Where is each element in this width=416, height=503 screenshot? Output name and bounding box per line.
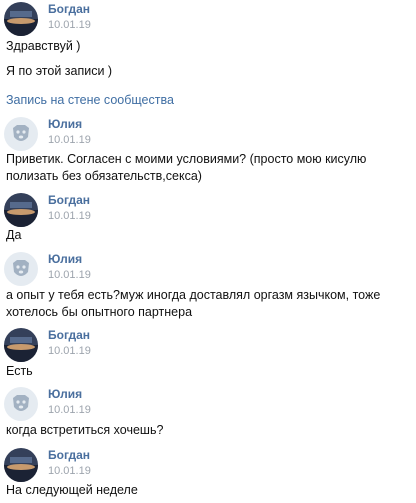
avatar[interactable] — [4, 117, 38, 151]
wall-post-link[interactable]: Запись на стене сообщества — [6, 93, 174, 107]
message-header: Богдан 10.01.19 — [4, 193, 304, 227]
message-text: Приветик. Согласен с моими условиями? (п… — [6, 152, 367, 166]
message-text: Я по этой записи ) — [6, 64, 113, 78]
author-name[interactable]: Богдан — [48, 328, 90, 342]
dog-icon — [4, 387, 38, 421]
message-header: Юлия 10.01.19 — [4, 252, 304, 286]
message-header: Богдан 10.01.19 — [4, 2, 304, 36]
dog-icon — [4, 117, 38, 151]
message-header: Богдан 10.01.19 — [4, 448, 304, 482]
message-text: Да — [6, 228, 22, 242]
avatar[interactable] — [4, 387, 38, 421]
message-date: 10.01.19 — [48, 345, 91, 357]
author-name[interactable]: Богдан — [48, 2, 90, 16]
author-name[interactable]: Юлия — [48, 387, 82, 401]
message-date: 10.01.19 — [48, 269, 91, 281]
avatar[interactable] — [4, 328, 38, 362]
message-text: Здравствуй ) — [6, 39, 81, 53]
author-name[interactable]: Богдан — [48, 193, 90, 207]
avatar[interactable] — [4, 193, 38, 227]
message-text: полизать без обязательств,секса) — [6, 169, 202, 183]
message-header: Юлия 10.01.19 — [4, 387, 304, 421]
message-header: Богдан 10.01.19 — [4, 328, 304, 362]
message-date: 10.01.19 — [48, 404, 91, 416]
message-text: когда встретиться хочешь? — [6, 423, 164, 437]
message-text: На следующей неделе — [6, 483, 138, 497]
message-date: 10.01.19 — [48, 465, 91, 477]
message-date: 10.01.19 — [48, 134, 91, 146]
message-date: 10.01.19 — [48, 210, 91, 222]
author-name[interactable]: Богдан — [48, 448, 90, 462]
author-name[interactable]: Юлия — [48, 117, 82, 131]
message-text: Есть — [6, 364, 33, 378]
avatar[interactable] — [4, 252, 38, 286]
author-name[interactable]: Юлия — [48, 252, 82, 266]
message-text: хотелось бы опытного партнера — [6, 305, 193, 319]
message-text: а опыт у тебя есть?муж иногда доставлял … — [6, 288, 381, 302]
message-date: 10.01.19 — [48, 19, 91, 31]
dog-icon — [4, 252, 38, 286]
avatar[interactable] — [4, 448, 38, 482]
avatar[interactable] — [4, 2, 38, 36]
message-header: Юлия 10.01.19 — [4, 117, 304, 151]
